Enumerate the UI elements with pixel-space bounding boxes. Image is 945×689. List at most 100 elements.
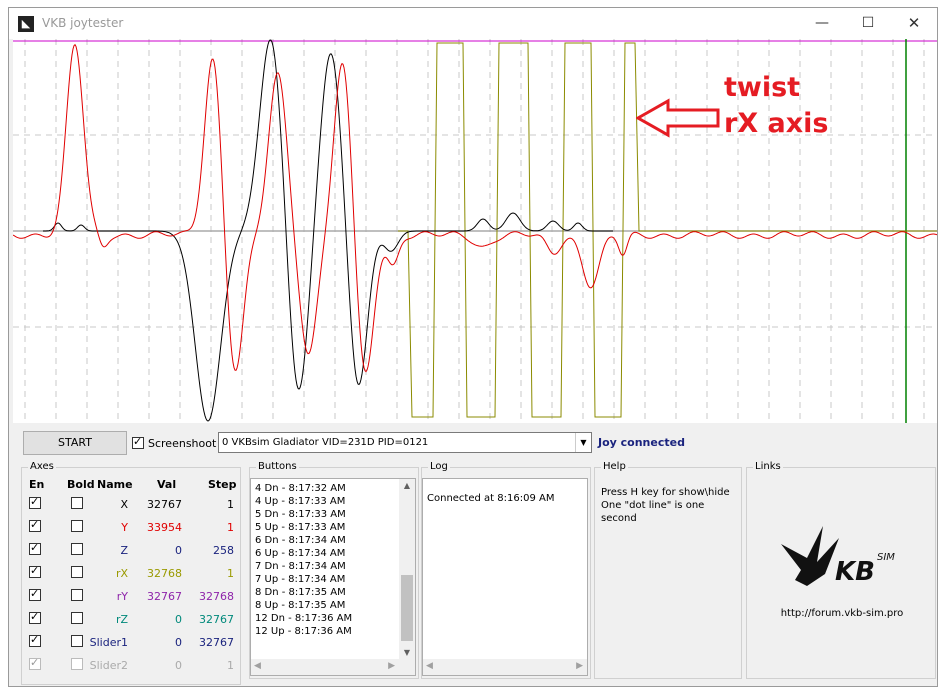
axis-step: 1	[227, 521, 234, 534]
axis-row: rY 32767 32768	[22, 586, 240, 606]
button-event-item[interactable]: 8 Dn - 8:17:35 AM	[255, 587, 346, 598]
axis-bold-checkbox[interactable]	[71, 589, 83, 601]
button-event-item[interactable]: 8 Up - 8:17:35 AM	[255, 600, 345, 611]
axis-step: 32768	[199, 590, 234, 603]
axis-enable-checkbox[interactable]	[29, 564, 41, 578]
axis-enable-checkbox[interactable]	[29, 633, 41, 647]
button-event-item[interactable]: 12 Up - 8:17:36 AM	[255, 626, 352, 637]
axis-bold-checkbox[interactable]	[71, 566, 83, 578]
maximize-button[interactable]: ☐	[845, 8, 891, 38]
buttons-list[interactable]: 4 Dn - 8:17:32 AM 4 Up - 8:17:33 AM 5 Dn -…	[250, 478, 416, 676]
header-bold: Bold	[67, 478, 95, 491]
axis-name: Y	[121, 521, 128, 534]
scroll-up-icon[interactable]: ▲	[399, 481, 415, 490]
forum-link[interactable]: http://forum.vkb-sim.pro	[747, 608, 937, 619]
buttons-list-vscrollbar[interactable]: ▲ ▼	[399, 479, 415, 659]
axis-bold-checkbox[interactable]	[71, 635, 83, 647]
axis-enable-checkbox[interactable]	[29, 518, 41, 532]
axis-name: Z	[120, 544, 128, 557]
button-event-item[interactable]: 5 Dn - 8:17:33 AM	[255, 509, 346, 520]
axes-group-title: Axes	[28, 461, 56, 472]
scroll-down-icon[interactable]: ▼	[399, 648, 415, 657]
axis-step: 32767	[199, 613, 234, 626]
axis-enable-checkbox[interactable]	[29, 587, 41, 601]
axis-bold-checkbox[interactable]	[71, 497, 83, 509]
scroll-left-icon[interactable]: ◀	[254, 661, 261, 671]
axis-step: 258	[213, 544, 234, 557]
buttons-group-title: Buttons	[256, 461, 299, 472]
button-event-item[interactable]: 7 Dn - 8:17:34 AM	[255, 561, 346, 572]
scroll-thumb[interactable]	[401, 575, 413, 641]
button-event-item[interactable]: 6 Dn - 8:17:34 AM	[255, 535, 346, 546]
axis-value: 32768	[147, 567, 182, 580]
connection-status: Joy connected	[598, 436, 685, 449]
log-entry: Connected at 8:16:09 AM	[427, 493, 555, 504]
axis-step: 1	[227, 498, 234, 511]
axis-value: 0	[175, 544, 182, 557]
log-box[interactable]: Connected at 8:16:09 AM ◀ ▶	[422, 478, 588, 676]
chevron-down-icon[interactable]: ▼	[575, 433, 591, 452]
minimize-button[interactable]: —	[799, 8, 845, 38]
axis-row: X 32767 1	[22, 494, 240, 514]
axis-bold-checkbox[interactable]	[71, 520, 83, 532]
start-button[interactable]: START	[23, 431, 127, 455]
axis-bold-checkbox[interactable]	[71, 543, 83, 555]
help-group-title: Help	[601, 461, 628, 472]
logo-text: KB	[835, 557, 875, 587]
screenshoot-checkbox[interactable]	[132, 435, 144, 449]
button-event-item[interactable]: 5 Up - 8:17:33 AM	[255, 522, 345, 533]
button-event-item[interactable]: 7 Up - 8:17:34 AM	[255, 574, 345, 585]
axis-value: 32767	[147, 498, 182, 511]
axis-step: 32767	[199, 636, 234, 649]
axes-group: Axes En Bold Name Val Step X 32767 1 Y 33954…	[21, 461, 241, 685]
links-group: Links KB SIM http://forum.vkb-sim.pro	[746, 461, 937, 679]
help-group: Help Press H key for show\hide One "dot …	[594, 461, 742, 679]
logo-sup: SIM	[877, 552, 895, 563]
scroll-right-icon[interactable]: ▶	[576, 661, 583, 671]
axis-row: Y 33954 1	[22, 517, 240, 537]
device-select[interactable]: 0 VKBsim Gladiator VID=231D PID=0121 ▼	[218, 432, 592, 453]
device-select-value: 0 VKBsim Gladiator VID=231D PID=0121	[222, 437, 429, 448]
control-panel: START Screenshoot 0 VKBsim Gladiator VID…	[9, 423, 937, 686]
axis-enable-checkbox[interactable]	[29, 656, 41, 670]
axis-name: rZ	[115, 613, 128, 626]
header-val: Val	[157, 478, 177, 491]
axis-enable-checkbox[interactable]	[29, 541, 41, 555]
axis-row: rZ 0 32767	[22, 609, 240, 629]
header-name: Name	[97, 478, 133, 491]
axis-bold-checkbox[interactable]	[71, 612, 83, 624]
title-bar[interactable]: ◣ VKB joytester — ☐ ✕	[9, 8, 937, 39]
help-line-1: Press H key for show\hide	[601, 487, 730, 498]
button-event-item[interactable]: 4 Up - 8:17:33 AM	[255, 496, 345, 507]
axis-row: Slider2 0 1	[22, 655, 240, 675]
vkb-sim-logo[interactable]: KB SIM	[777, 524, 907, 597]
annotation-line-1: twist	[724, 72, 801, 103]
header-step: Step	[208, 478, 237, 491]
annotation-line-2: rX axis	[724, 108, 829, 139]
log-hscrollbar[interactable]: ◀ ▶	[423, 659, 587, 675]
help-text: Press H key for show\hide One "dot line"…	[601, 486, 741, 525]
axis-row: Slider1 0 32767	[22, 632, 240, 652]
log-group: Log Connected at 8:16:09 AM ◀ ▶	[421, 461, 591, 679]
axis-bold-checkbox[interactable]	[71, 658, 83, 670]
button-event-item[interactable]: 6 Up - 8:17:34 AM	[255, 548, 345, 559]
axis-row: Z 0 258	[22, 540, 240, 560]
log-group-title: Log	[428, 461, 450, 472]
axis-name: rY	[116, 590, 128, 603]
axis-enable-checkbox[interactable]	[29, 610, 41, 624]
buttons-list-hscrollbar[interactable]: ◀ ▶	[251, 659, 415, 675]
buttons-group: Buttons 4 Dn - 8:17:32 AM 4 Up - 8:17:33 …	[249, 461, 419, 679]
axis-name: Slider2	[89, 659, 128, 672]
annotation-arrow-icon	[636, 98, 720, 138]
axis-step: 1	[227, 659, 234, 672]
help-line-2: One "dot line" is one second	[601, 500, 705, 524]
scroll-right-icon[interactable]: ▶	[388, 661, 395, 671]
close-button[interactable]: ✕	[891, 8, 937, 38]
screenshoot-label: Screenshoot	[148, 437, 217, 450]
header-en: En	[29, 478, 45, 491]
button-event-item[interactable]: 4 Dn - 8:17:32 AM	[255, 483, 346, 494]
axis-value: 32767	[147, 590, 182, 603]
axis-enable-checkbox[interactable]	[29, 495, 41, 509]
scroll-left-icon[interactable]: ◀	[426, 661, 433, 671]
button-event-item[interactable]: 12 Dn - 8:17:36 AM	[255, 613, 352, 624]
